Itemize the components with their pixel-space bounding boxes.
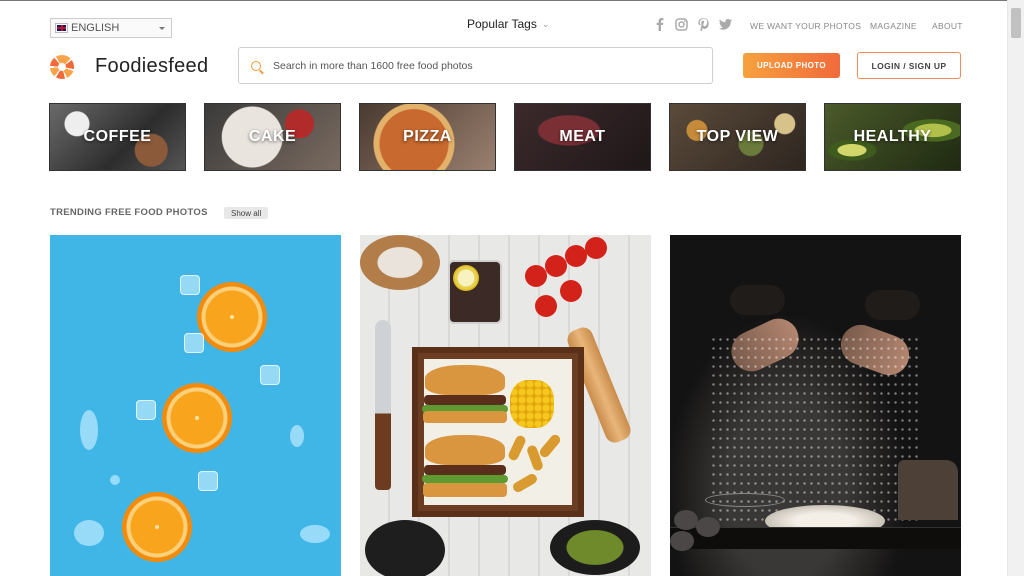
uk-flag-icon [55,23,68,33]
category-top-view[interactable]: TOP VIEW [669,103,806,171]
top-border [0,0,1007,1]
search-input[interactable] [273,59,693,72]
popular-tags-dropdown[interactable]: Popular Tags ⌄ [467,17,549,31]
nav-we-want-your-photos[interactable]: WE WANT YOUR PHOTOS [750,21,861,31]
caret-down-icon [159,27,165,30]
category-label: CAKE [248,128,297,145]
category-label: TOP VIEW [696,128,779,145]
cherry-tomato [585,237,607,259]
orange-slice [122,492,192,562]
cherry-tomato [545,255,567,277]
upload-photo-button[interactable]: UPLOAD PHOTO [743,53,840,78]
trending-title: TRENDING FREE FOOD PHOTOS [50,207,208,218]
scrollbar-thumb[interactable] [1011,8,1021,38]
right-sleeve [865,290,920,320]
category-meat[interactable]: MEAT [514,103,651,171]
category-cake[interactable]: CAKE [204,103,341,171]
left-sleeve [730,285,785,315]
twitter-icon[interactable] [719,18,732,31]
logo-text[interactable]: Foodiesfeed [95,55,208,78]
ice-cube [198,471,218,491]
egg [670,531,694,551]
ice-cube [260,365,280,385]
burger-patty [424,465,506,475]
orange-slice [197,282,267,352]
flour-bag [898,460,958,520]
pan [365,520,445,576]
pickle-bowl [550,520,640,575]
facebook-icon[interactable] [653,18,666,31]
burger-bun-bottom [423,483,507,497]
show-all-button[interactable]: Show all [224,207,269,219]
chevron-down-icon: ⌄ [541,18,550,29]
lettuce [422,475,508,483]
category-label: HEALTHY [853,128,932,145]
instagram-icon[interactable] [675,18,688,31]
language-select[interactable]: ENGLISH [50,18,172,38]
cherry-tomato [560,280,582,302]
nav-magazine[interactable]: MAGAZINE [870,21,917,31]
water-drop [290,425,304,447]
garlic-bowl [360,235,440,290]
category-coffee[interactable]: COFFEE [49,103,186,171]
water-drop [300,525,330,543]
ice-cube [184,333,204,353]
photo-orange-slices[interactable] [50,235,341,576]
corn [510,380,554,428]
pinterest-icon[interactable] [697,18,710,31]
cherry-tomato [535,295,557,317]
ice-cube [136,400,156,420]
category-healthy[interactable]: HEALTHY [824,103,961,171]
photo-flour-hands[interactable] [670,235,961,576]
burger-patty [424,395,506,405]
login-signup-button[interactable]: LOGIN / SIGN UP [857,52,961,79]
search-icon [251,60,261,71]
burger-bun-top [425,435,505,465]
egg [674,510,698,530]
social-links [653,18,732,31]
category-label: PIZZA [403,128,452,145]
photo-burger-board[interactable] [360,235,651,576]
burger-bun-bottom [423,411,507,423]
water-drop [110,475,120,485]
water-drop [80,410,98,450]
popular-tags-label: Popular Tags [467,17,537,31]
nav-about[interactable]: ABOUT [932,21,963,31]
lemon-slice [453,265,479,291]
search-box[interactable] [238,47,713,84]
logo-icon[interactable] [50,55,74,79]
category-label: MEAT [559,128,606,145]
burger-bun-top [425,365,505,395]
knife [375,320,391,490]
egg [696,517,720,537]
water-drop [74,520,104,546]
language-label: ENGLISH [71,22,120,34]
category-pizza[interactable]: PIZZA [359,103,496,171]
page-scrollbar[interactable] [1007,0,1024,576]
whisk [705,493,785,507]
category-label: COFFEE [83,128,152,145]
orange-slice [162,383,232,453]
cherry-tomato [565,245,587,267]
cherry-tomato [525,265,547,287]
ice-cube [180,275,200,295]
